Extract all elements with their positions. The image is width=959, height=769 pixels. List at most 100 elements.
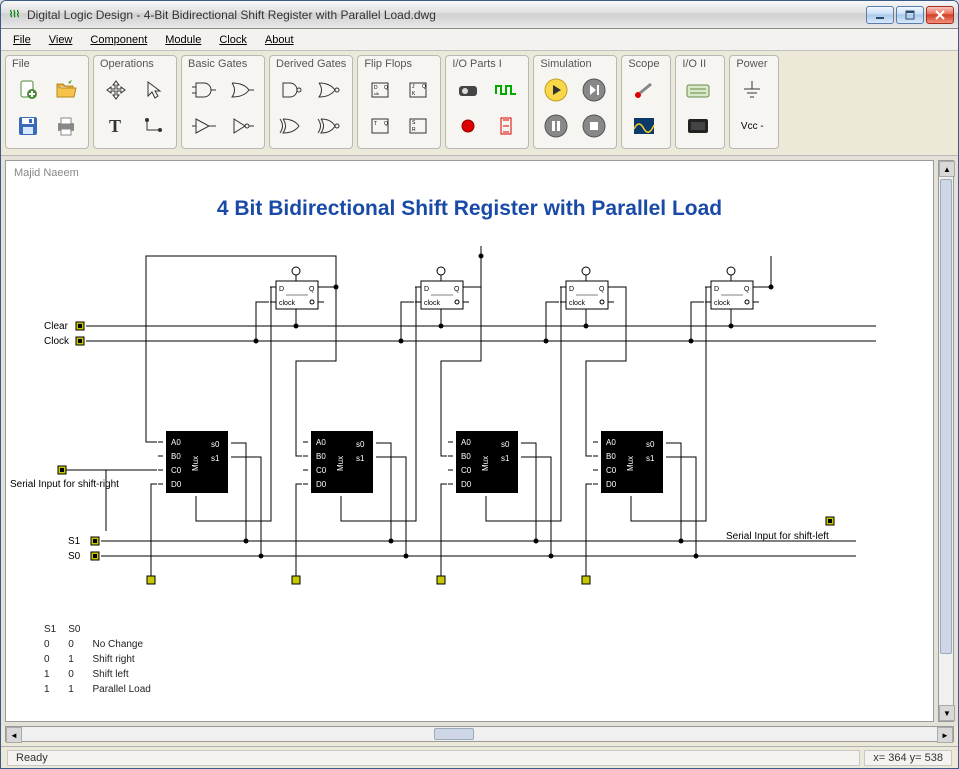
menu-view[interactable]: View [43, 32, 79, 48]
minimize-button[interactable] [866, 6, 894, 24]
vcc-label: Vcc - [741, 121, 764, 132]
probe-button[interactable] [626, 72, 662, 108]
pin-s1[interactable] [91, 537, 99, 545]
jkff-button[interactable]: JQK [400, 72, 436, 108]
not-gate-button[interactable] [224, 108, 260, 144]
scroll-left-icon[interactable]: ◄ [6, 727, 22, 743]
pin-serial-in-right[interactable] [58, 466, 66, 474]
open-file-button[interactable] [48, 72, 84, 108]
seven-seg-icon [494, 116, 518, 136]
toolgroup-scope: Scope [621, 55, 671, 149]
hscroll-thumb[interactable] [434, 728, 474, 740]
dff-1[interactable] [415, 267, 469, 315]
toolgroup-scope-label: Scope [626, 58, 666, 72]
pin-parallel-3[interactable] [582, 576, 590, 584]
new-file-icon [16, 78, 40, 102]
switch-icon [456, 80, 480, 100]
toolgroup-basic-gates: Basic Gates [181, 55, 265, 149]
seven-seg-button[interactable] [488, 108, 524, 144]
toolgroup-flip-flops-label: Flip Flops [362, 58, 436, 72]
pin-s0[interactable] [91, 552, 99, 560]
svg-text:Q: Q [384, 85, 388, 91]
mux-2[interactable] [448, 431, 526, 501]
and-gate-button[interactable] [186, 72, 222, 108]
scroll-down-icon[interactable]: ▼ [939, 705, 955, 721]
dff-3[interactable] [705, 267, 759, 315]
probe-icon [631, 79, 657, 101]
svg-text:R: R [412, 127, 416, 133]
srff-button[interactable]: SR [400, 108, 436, 144]
move-icon [104, 78, 128, 102]
stop-button[interactable] [576, 108, 612, 144]
text-tool-button[interactable]: T [98, 108, 134, 144]
led-button[interactable] [450, 108, 486, 144]
pin-clock[interactable] [76, 337, 84, 345]
select-tool-button[interactable] [136, 72, 172, 108]
svg-text:T: T [374, 121, 377, 127]
buffer-gate-button[interactable] [186, 108, 222, 144]
pin-serial-in-left[interactable] [826, 517, 834, 525]
toolgroup-io-parts-i: I/O Parts I [445, 55, 529, 149]
vcc-button[interactable]: Vcc - [734, 108, 770, 144]
pin-parallel-0[interactable] [147, 576, 155, 584]
open-folder-icon [54, 78, 78, 102]
pin-clear[interactable] [76, 322, 84, 330]
print-button[interactable] [48, 108, 84, 144]
scope-button[interactable] [626, 108, 662, 144]
close-button[interactable] [926, 6, 954, 24]
maximize-button[interactable] [896, 6, 924, 24]
wire-tool-button[interactable] [136, 108, 172, 144]
tff-button[interactable]: TQ [362, 108, 398, 144]
ground-button[interactable] [734, 72, 770, 108]
mux-3[interactable] [593, 431, 671, 501]
pause-button[interactable] [538, 108, 574, 144]
label-s0: S0 [68, 551, 81, 562]
mux-0[interactable] [158, 431, 236, 501]
xnor-gate-button[interactable] [312, 108, 348, 144]
pin-parallel-1[interactable] [292, 576, 300, 584]
xnor-gate-icon [316, 116, 344, 136]
dff-0[interactable] [270, 267, 324, 315]
horizontal-scrollbar[interactable]: ◄ ► [5, 726, 954, 742]
pin-parallel-2[interactable] [437, 576, 445, 584]
move-tool-button[interactable] [98, 72, 134, 108]
nor-gate-button[interactable] [312, 72, 348, 108]
menu-clock[interactable]: Clock [213, 32, 253, 48]
or-gate-button[interactable] [224, 72, 260, 108]
toolgroup-io-ii: I/O II [675, 55, 725, 149]
save-file-button[interactable] [10, 108, 46, 144]
menu-file[interactable]: File [7, 32, 37, 48]
menu-component[interactable]: Component [84, 32, 153, 48]
stop-icon [581, 113, 607, 139]
switch-button[interactable] [450, 72, 486, 108]
close-icon [935, 10, 945, 20]
menu-module[interactable]: Module [159, 32, 207, 48]
display-button[interactable] [680, 108, 716, 144]
toolbars: File Operations T Basic Gates [1, 51, 958, 156]
nand-gate-button[interactable] [274, 72, 310, 108]
toolgroup-simulation: Simulation [533, 55, 617, 149]
toolgroup-io-ii-label: I/O II [680, 58, 720, 72]
srff-icon: SR [404, 116, 432, 136]
mux-1[interactable] [303, 431, 381, 501]
xor-gate-button[interactable] [274, 108, 310, 144]
vscroll-thumb[interactable] [940, 179, 952, 654]
scroll-right-icon[interactable]: ► [937, 727, 953, 743]
scroll-up-icon[interactable]: ▲ [939, 161, 955, 177]
clock-source-button[interactable] [488, 72, 524, 108]
step-button[interactable] [576, 72, 612, 108]
toolgroup-basic-gates-label: Basic Gates [186, 58, 260, 72]
canvas[interactable]: Majid Naeem 4 Bit Bidirectional Shift Re… [5, 160, 934, 722]
text-icon: T [104, 114, 128, 138]
display-icon [685, 115, 711, 137]
dff-2[interactable] [560, 267, 614, 315]
jkff-icon: JQK [404, 80, 432, 100]
play-button[interactable] [538, 72, 574, 108]
menu-about[interactable]: About [259, 32, 300, 48]
nand-gate-icon [278, 80, 306, 100]
keyboard-button[interactable] [680, 72, 716, 108]
toolgroup-operations: Operations T [93, 55, 177, 149]
dff-button[interactable]: DQclk [362, 72, 398, 108]
new-file-button[interactable] [10, 72, 46, 108]
vertical-scrollbar[interactable]: ▲ ▼ [938, 160, 954, 722]
